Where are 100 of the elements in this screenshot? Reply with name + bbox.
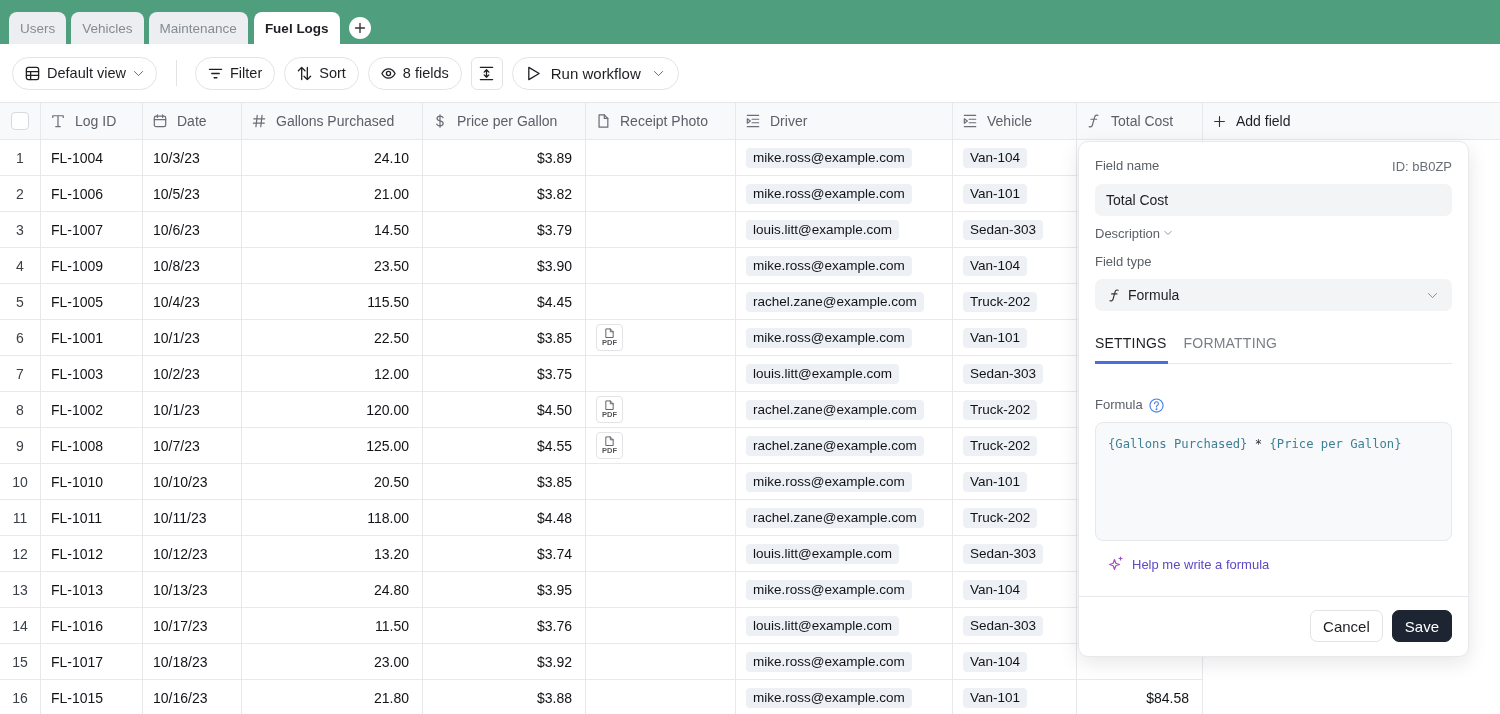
row-number: 13 [0,572,41,608]
select-all-checkbox[interactable] [11,112,29,130]
table-cell: 10/6/23 [143,212,242,248]
linked-record-tag: rachel.zane@example.com [746,291,924,312]
table-cell: FL-1008 [41,428,143,464]
column-header[interactable]: Price per Gallon [423,103,586,139]
row-number: 11 [0,500,41,536]
table-cell: $3.85 [423,464,586,500]
table-cell: $4.48 [423,500,586,536]
formula-label: Formula [1095,396,1143,414]
sort-icon [297,65,313,81]
help-write-formula-link[interactable]: Help me write a formula [1108,556,1270,572]
settings-tab[interactable]: SETTINGS [1095,327,1168,364]
settings-tab[interactable]: FORMATTING [1183,327,1279,364]
table-cell: $84.58 [1077,680,1203,714]
table-cell: $3.76 [423,608,586,644]
table-icon [25,65,40,81]
table-cell: $3.95 [423,572,586,608]
field-label: Field type [1095,253,1152,271]
table-cell: 10/17/23 [143,608,242,644]
row-number: 4 [0,248,41,284]
linked-record-tag: rachel.zane@example.com [746,399,924,420]
column-header[interactable]: Total Cost [1077,103,1203,139]
table-cell: FL-1017 [41,644,143,680]
table-cell: 10/13/23 [143,572,242,608]
table-cell: FL-1001 [41,320,143,356]
column-header[interactable]: Vehicle [953,103,1077,139]
linked-record-tag: louis.litt@example.com [746,363,899,384]
table-cell: 22.50 [242,320,423,356]
linked-record-tag: Van-101 [963,327,1028,348]
add-field-button[interactable]: Add field [1213,109,1291,133]
add-tab-button[interactable] [348,17,371,39]
field-name-input[interactable]: Total Cost [1095,184,1452,216]
page-icon [605,328,614,338]
linked-record-tag: Van-104 [963,579,1028,600]
row-number: 9 [0,428,41,464]
sort-button[interactable]: Sort [284,56,359,90]
table-cell: 24.80 [242,572,423,608]
field-reference: {Price per Gallon} [1269,437,1402,451]
table-cell: 120.00 [242,392,423,428]
play-icon [525,65,541,81]
row-number: 3 [0,212,41,248]
table-cell: 11.50 [242,608,423,644]
filter-button[interactable]: Filter [195,56,276,90]
cancel-button[interactable]: Cancel [1310,610,1383,642]
linked-record-tag: Van-104 [963,255,1028,276]
table-cell: FL-1009 [41,248,143,284]
table-cell: $3.89 [423,140,586,176]
table-cell: 21.00 [242,176,423,212]
table-cell: 10/11/23 [143,500,242,536]
linked-record-tag: Van-101 [963,183,1028,204]
linked-record-tag: mike.ross@example.com [746,255,912,276]
column-header[interactable]: Receipt Photo [586,103,736,139]
field-type-select[interactable]: Formula [1095,279,1452,311]
linked-record-tag: Van-101 [963,471,1028,492]
list-icon [963,114,977,128]
linked-record-tag: mike.ross@example.com [746,183,912,204]
sparkle-icon [1108,556,1124,572]
table-cell: FL-1010 [41,464,143,500]
table-cell: $3.85 [423,320,586,356]
table-cell: $3.92 [423,644,586,680]
formula-editor[interactable]: {Gallons Purchased} * {Price per Gallon} [1095,422,1452,541]
table-cell: FL-1002 [41,392,143,428]
table-cell: 10/18/23 [143,644,242,680]
column-header[interactable]: Gallons Purchased [242,103,423,139]
row-number: 10 [0,464,41,500]
table-cell: 10/16/23 [143,680,242,714]
linked-record-tag: Truck-202 [963,507,1038,528]
table-cell: $4.50 [423,392,586,428]
run-workflow-button[interactable]: Run workflow [511,56,679,90]
save-button[interactable]: Save [1391,610,1452,642]
table-cell: $4.45 [423,284,586,320]
row-number: 16 [0,680,41,714]
description-toggle[interactable]: Description [1095,224,1173,242]
table-cell: 10/5/23 [143,176,242,212]
table-cell: 20.50 [242,464,423,500]
help-icon[interactable] [1148,397,1164,413]
column-header[interactable]: Driver [736,103,953,139]
table-cell: 10/1/23 [143,320,242,356]
row-height-button[interactable] [470,56,503,90]
fields-button[interactable]: 8 fields [367,56,462,90]
sheet-tab[interactable]: Fuel Logs [253,12,340,44]
table-cell: 10/12/23 [143,536,242,572]
page-icon [605,436,614,446]
table-cell: FL-1016 [41,608,143,644]
row-number: 2 [0,176,41,212]
view-selector-button[interactable]: Default view [12,56,157,90]
calendar-icon [153,114,167,128]
field-reference: {Gallons Purchased} [1108,437,1248,451]
eye-icon [380,65,396,81]
function-icon [1108,288,1121,302]
dollar-icon [433,114,447,128]
linked-record-tag: Sedan-303 [963,219,1044,240]
table-cell: $4.55 [423,428,586,464]
row-number: 5 [0,284,41,320]
table-cell: 10/3/23 [143,140,242,176]
column-header[interactable]: Date [143,103,242,139]
table-cell: $3.74 [423,536,586,572]
column-header[interactable]: Log ID [41,103,143,139]
table-cell: FL-1007 [41,212,143,248]
